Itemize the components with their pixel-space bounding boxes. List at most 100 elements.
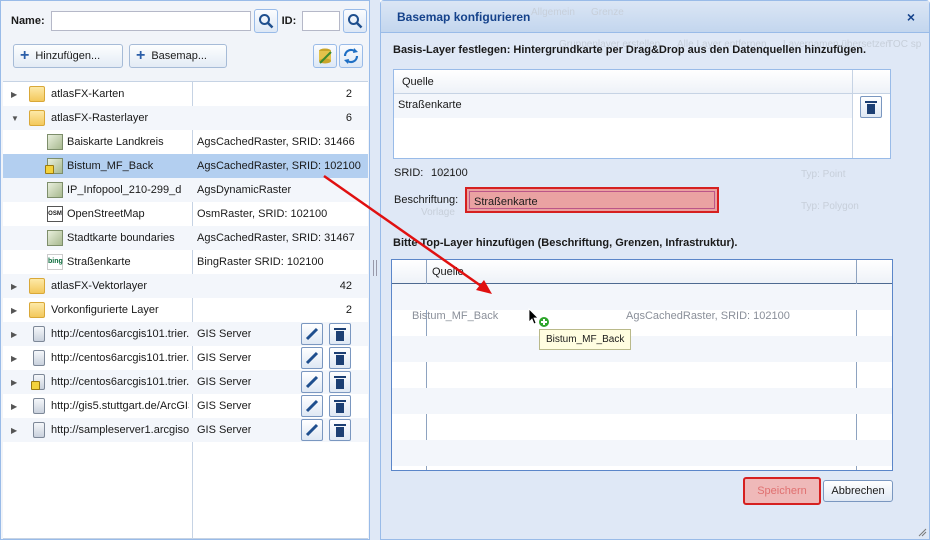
dialog-header[interactable]: Basemap konfigurieren × [381, 1, 929, 33]
tree-row-type: GIS Server [197, 424, 252, 436]
delete-button[interactable] [329, 323, 351, 345]
caption-label: Beschriftung: [394, 194, 459, 206]
plus-icon: + [20, 47, 30, 64]
tree-row-vorkonfigurierte[interactable]: ▶ Vorkonfigurierte Layer 2 [3, 298, 368, 322]
expand-icon[interactable]: ▶ [11, 426, 17, 435]
id-search-button[interactable] [343, 9, 368, 33]
trash-icon [334, 376, 346, 389]
tree-row-layer[interactable]: bing Straßenkarte BingRaster SRID: 10210… [3, 250, 368, 274]
name-label: Name: [11, 15, 45, 27]
column-header-quelle[interactable]: Quelle [432, 266, 464, 278]
server-icon [33, 326, 45, 342]
edit-button[interactable] [301, 419, 323, 441]
expand-icon[interactable]: ▶ [11, 378, 17, 387]
expand-icon[interactable]: ▶ [11, 282, 17, 291]
raster-layer-icon [47, 230, 63, 246]
resize-grip-icon[interactable] [917, 527, 927, 537]
cancel-button[interactable]: Abbrechen [823, 480, 893, 502]
save-button[interactable]: Speichern [743, 477, 821, 505]
folder-icon [29, 278, 45, 294]
column-header-quelle[interactable]: Quelle [402, 76, 434, 88]
tree-row-type: AgsCachedRaster, SRID: 102100 [197, 160, 361, 172]
tree-row-server[interactable]: ▶ http://centos6arcgis101.trier. GIS Ser… [3, 346, 368, 370]
raster-layer-icon [47, 134, 63, 150]
edit-button[interactable] [301, 347, 323, 369]
name-search-button[interactable] [253, 9, 278, 33]
clear-cache-button[interactable] [313, 44, 337, 68]
search-icon [348, 14, 363, 29]
bing-icon: bing [47, 254, 63, 270]
tree-row-type: GIS Server [197, 352, 252, 364]
grid-header: Quelle [394, 70, 890, 94]
edit-button[interactable] [301, 323, 323, 345]
expand-icon[interactable]: ▶ [11, 330, 17, 339]
expand-icon[interactable]: ▶ [11, 354, 17, 363]
server-icon [33, 350, 45, 366]
server-icon [33, 398, 45, 414]
basemap-button[interactable]: + Basemap... [129, 44, 227, 68]
basemap-dialog: Basemap konfigurieren × Gruppenlayer ers… [380, 0, 930, 540]
name-search-input[interactable] [50, 11, 251, 31]
delete-button[interactable] [329, 371, 351, 393]
tree-row-server[interactable]: ▶ http://centos6arcgis101.trier. GIS Ser… [3, 322, 368, 346]
expand-icon[interactable]: ▶ [11, 306, 17, 315]
ghost-text: Vorlage [421, 207, 455, 218]
delete-button[interactable] [329, 419, 351, 441]
tree-row-layer-selected[interactable]: Bistum_MF_Back AgsCachedRaster, SRID: 10… [3, 154, 368, 178]
tree-row-server[interactable]: ▶ http://gis5.stuttgart.de/ArcGIS GIS Se… [3, 394, 368, 418]
basis-layer-grid: Quelle Straßenkarte [393, 69, 891, 159]
locked-layer-icon [45, 158, 63, 174]
srid-label: SRID: [394, 167, 424, 179]
tree-row-label: atlasFX-Vektorlayer [51, 280, 147, 292]
tree-row-type: GIS Server [197, 328, 252, 340]
tree-row-type: BingRaster SRID: 102100 [197, 256, 324, 268]
panel-splitter[interactable] [370, 0, 380, 540]
tree-row-label: atlasFX-Rasterlayer [51, 112, 149, 124]
delete-button[interactable] [329, 347, 351, 369]
locked-server-icon [31, 374, 45, 390]
edit-button[interactable] [301, 395, 323, 417]
pencil-icon [305, 399, 319, 413]
delete-button[interactable] [329, 395, 351, 417]
tree-row-label: http://centos6arcgis101.trier. [51, 328, 189, 340]
tree-row-layer[interactable]: Stadtkarte boundaries AgsCachedRaster, S… [3, 226, 368, 250]
basemap-button-label: Basemap... [151, 50, 207, 62]
remove-basis-layer-button[interactable] [860, 96, 882, 118]
collapse-icon[interactable]: ▼ [11, 114, 19, 123]
tree-row-label: http://centos6arcgis101.trier. [51, 352, 189, 364]
tree-row-server[interactable]: ▶ http://centos6arcgis101.trier. GIS Ser… [3, 370, 368, 394]
tree-row-atlasfx-karten[interactable]: ▶ atlasFX-Karten 2 [3, 82, 368, 106]
edit-button[interactable] [301, 371, 323, 393]
tree-row-label: atlasFX-Karten [51, 88, 125, 100]
tree-row-server[interactable]: ▶ http://sampleserver1.arcgisor GIS Serv… [3, 418, 368, 442]
dialog-title: Basemap konfigurieren [397, 10, 531, 24]
search-row: Name: ID: [11, 9, 368, 33]
folder-icon [29, 302, 45, 318]
basis-layer-row[interactable]: Straßenkarte [394, 94, 852, 118]
add-button[interactable]: + Hinzufügen... [13, 44, 123, 68]
osm-icon: OSM [47, 206, 63, 222]
data-sources-panel: Name: ID: + Hinzufügen... + Basemap... ▶ [0, 0, 370, 540]
refresh-button[interactable] [339, 44, 363, 68]
tree-row-layer[interactable]: OSM OpenStreetMap OsmRaster, SRID: 10210… [3, 202, 368, 226]
plus-icon: + [136, 47, 146, 64]
tree-row-type: AgsCachedRaster, SRID: 31467 [197, 232, 355, 244]
tree-row-label: Stadtkarte boundaries [67, 232, 175, 244]
database-broom-icon [319, 48, 332, 64]
id-search-input[interactable] [302, 11, 341, 31]
caption-input[interactable]: Straßenkarte [469, 191, 715, 209]
close-icon[interactable]: × [903, 9, 919, 25]
search-icon [258, 14, 274, 29]
tree-row-layer[interactable]: Baiskarte Landkreis AgsCachedRaster, SRI… [3, 130, 368, 154]
tree-row-atlasfx-vektorlayer[interactable]: ▶ atlasFX-Vektorlayer 42 [3, 274, 368, 298]
lock-icon [45, 165, 54, 174]
expand-icon[interactable]: ▶ [11, 90, 17, 99]
splitter-grip-icon [373, 260, 377, 276]
tree-row-layer[interactable]: IP_Infopool_210-299_d AgsDynamicRaster [3, 178, 368, 202]
tree-row-atlasfx-rasterlayer[interactable]: ▼ atlasFX-Rasterlayer 6 [3, 106, 368, 130]
expand-icon[interactable]: ▶ [11, 402, 17, 411]
tree-row-count: 2 [345, 88, 352, 100]
drag-proxy-type: AgsCachedRaster, SRID: 102100 [626, 310, 790, 322]
top-layer-grid[interactable]: Quelle Bistum_MF_Back AgsCachedRaster, S… [391, 259, 893, 471]
tree-row-label: OpenStreetMap [67, 208, 145, 220]
